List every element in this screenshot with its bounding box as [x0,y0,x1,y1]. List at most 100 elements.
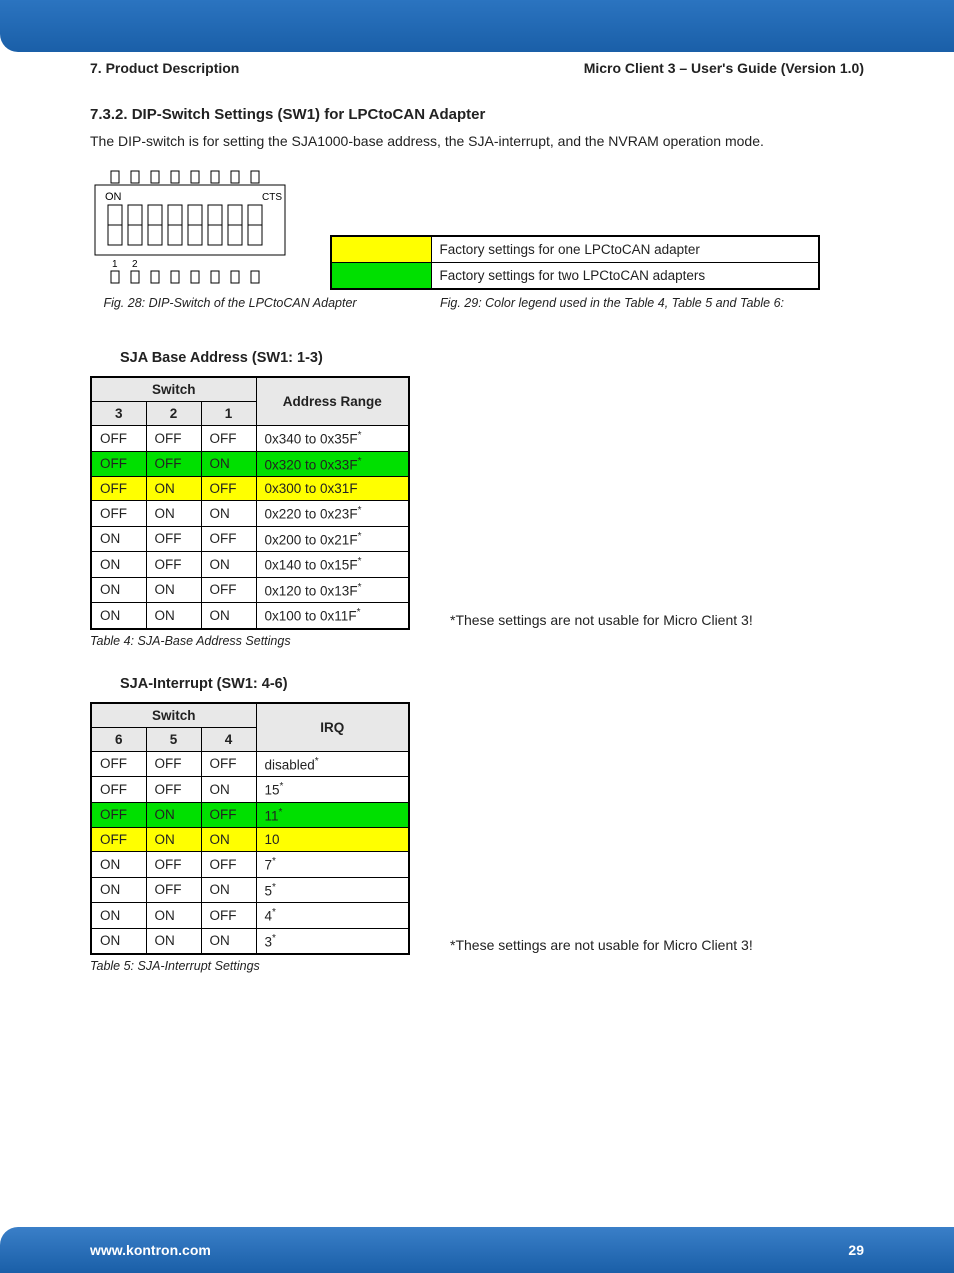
value-cell: 0x120 to 0x13F* [256,577,409,603]
table5-note: *These settings are not usable for Micro… [450,937,753,953]
legend-text-green: Factory settings for two LPCtoCAN adapte… [431,263,819,290]
switch-cell: OFF [91,828,146,852]
table5-title: SJA-Interrupt (SW1: 4-6) [120,676,864,692]
section-heading: 7.3.2. DIP-Switch Settings (SW1) for LPC… [90,106,864,123]
svg-text:ON: ON [105,191,122,203]
table-row: OFFONOFF0x300 to 0x31F [91,477,409,501]
value-cell: 0x220 to 0x23F* [256,501,409,527]
header-left: 7. Product Description [90,60,239,76]
table-row: OFFONON10 [91,828,409,852]
table-row: OFFONOFF11* [91,802,409,828]
switch-cell: ON [146,577,201,603]
switch-cell: OFF [201,903,256,929]
value-cell: 0x300 to 0x31F [256,477,409,501]
table-row: ONOFFON0x140 to 0x15F* [91,552,409,578]
switch-cell: ON [91,577,146,603]
sja-interrupt-table: Switch IRQ 6 5 4 OFFOFFOFFdisabled*OFFOF… [90,702,410,956]
color-legend-table: Factory settings for one LPCtoCAN adapte… [330,235,820,290]
switch-cell: ON [201,777,256,803]
table-row: ONONON0x100 to 0x11F* [91,603,409,629]
switch-cell: ON [146,928,201,954]
switch-cell: OFF [201,577,256,603]
table4-switch-header: Switch [91,377,256,402]
figure-row: ON CTS 1 2 [90,167,864,290]
table4-col-3: 3 [91,402,146,426]
legend-wrap: Factory settings for one LPCtoCAN adapte… [330,235,864,290]
switch-cell: ON [91,852,146,878]
table4-range-header: Address Range [256,377,409,426]
table-row: ONOFFON5* [91,877,409,903]
table5-col-6: 6 [91,727,146,751]
switch-cell: ON [201,928,256,954]
footer-page: 29 [848,1242,864,1258]
table4-col-1: 1 [201,402,256,426]
value-cell: 5* [256,877,409,903]
fig28-caption: Fig. 28: DIP-Switch of the LPCtoCAN Adap… [90,296,370,310]
switch-cell: OFF [201,477,256,501]
table4-caption: Table 4: SJA-Base Address Settings [90,634,410,648]
page-content: 7.3.2. DIP-Switch Settings (SW1) for LPC… [0,76,954,973]
value-cell: 0x320 to 0x33F* [256,451,409,477]
switch-cell: ON [91,877,146,903]
value-cell: disabled* [256,751,409,777]
table4-note: *These settings are not usable for Micro… [450,612,753,628]
svg-text:CTS: CTS [262,192,282,203]
table5-switch-header: Switch [91,703,256,728]
switch-cell: ON [91,552,146,578]
legend-swatch-green [331,263,431,290]
value-cell: 11* [256,802,409,828]
dip-switch-figure: ON CTS 1 2 [90,167,290,290]
switch-cell: OFF [146,526,201,552]
table4-title: SJA Base Address (SW1: 1-3) [120,350,864,366]
table4-col-2: 2 [146,402,201,426]
page-footer: www.kontron.com 29 [0,1227,954,1273]
section-intro: The DIP-switch is for setting the SJA100… [90,133,864,149]
sja-base-address-table: Switch Address Range 3 2 1 OFFOFFOFF0x34… [90,376,410,630]
legend-swatch-yellow [331,236,431,263]
value-cell: 7* [256,852,409,878]
table5-block: SJA-Interrupt (SW1: 4-6) Switch IRQ 6 5 … [90,676,864,974]
value-cell: 4* [256,903,409,929]
value-cell: 0x200 to 0x21F* [256,526,409,552]
switch-cell: ON [146,501,201,527]
svg-text:1: 1 [112,259,118,270]
table5-caption: Table 5: SJA-Interrupt Settings [90,959,410,973]
page-header: 7. Product Description Micro Client 3 – … [0,52,954,76]
switch-cell: ON [91,903,146,929]
switch-cell: ON [201,828,256,852]
value-cell: 0x100 to 0x11F* [256,603,409,629]
table-row: ONOFFOFF0x200 to 0x21F* [91,526,409,552]
switch-cell: OFF [91,802,146,828]
header-right: Micro Client 3 – User's Guide (Version 1… [584,60,864,76]
switch-cell: ON [91,603,146,629]
table5-col-5: 5 [146,727,201,751]
switch-cell: ON [201,451,256,477]
switch-cell: OFF [146,877,201,903]
switch-cell: OFF [91,777,146,803]
fig29-caption: Fig. 29: Color legend used in the Table … [440,296,784,310]
table-row: OFFOFFOFFdisabled* [91,751,409,777]
table-row: OFFONON0x220 to 0x23F* [91,501,409,527]
dip-switch-icon: ON CTS 1 2 [90,167,290,287]
table4-block: SJA Base Address (SW1: 1-3) Switch Addre… [90,350,864,648]
table-row: OFFOFFON15* [91,777,409,803]
switch-cell: OFF [91,451,146,477]
switch-cell: ON [146,603,201,629]
switch-cell: OFF [91,751,146,777]
value-cell: 0x340 to 0x35F* [256,426,409,452]
value-cell: 0x140 to 0x15F* [256,552,409,578]
switch-cell: ON [201,552,256,578]
table-row: OFFOFFOFF0x340 to 0x35F* [91,426,409,452]
switch-cell: OFF [146,451,201,477]
switch-cell: ON [146,802,201,828]
table-row: ONONON3* [91,928,409,954]
table5-col-4: 4 [201,727,256,751]
switch-cell: OFF [201,802,256,828]
switch-cell: ON [146,903,201,929]
switch-cell: OFF [146,426,201,452]
switch-cell: OFF [201,751,256,777]
switch-cell: ON [201,603,256,629]
switch-cell: ON [201,877,256,903]
top-bar [0,0,954,52]
table5-irq-header: IRQ [256,703,409,752]
